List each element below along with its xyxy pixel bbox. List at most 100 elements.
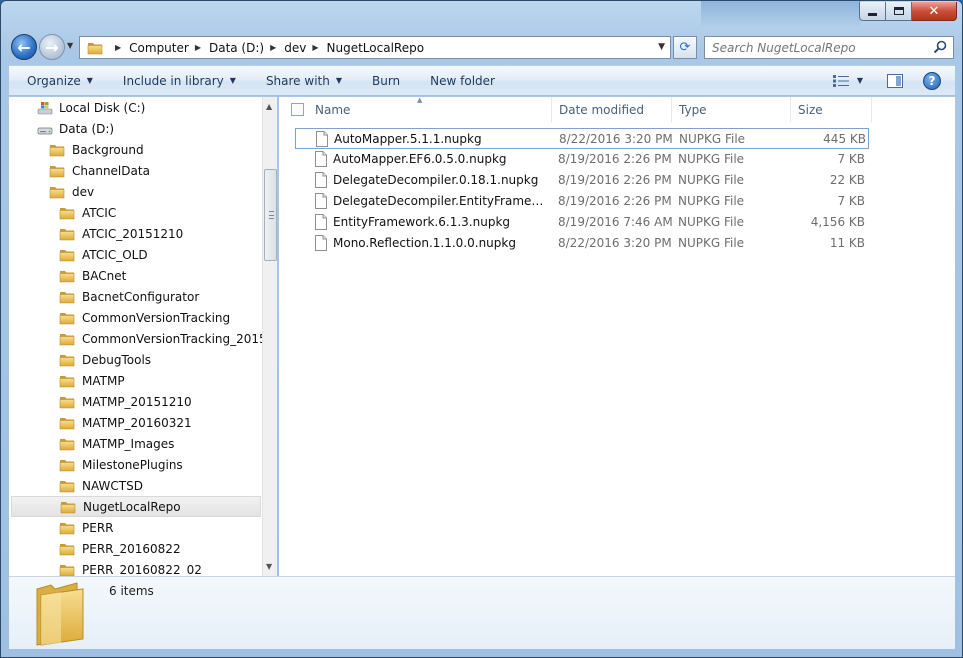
file-row[interactable]: Mono.Reflection.1.1.0.0.nupkg 8/22/2016 3… xyxy=(295,233,869,254)
grip-icon xyxy=(269,211,274,219)
tree-item-folder[interactable]: MATMP_Images xyxy=(59,433,277,454)
search-icon[interactable] xyxy=(933,40,947,54)
folder-icon xyxy=(59,416,75,430)
include-in-library-label: Include in library xyxy=(122,73,224,88)
change-view-icon[interactable] xyxy=(832,74,849,87)
maximize-button[interactable] xyxy=(886,2,912,21)
minimize-button[interactable] xyxy=(859,2,886,21)
search-input[interactable] xyxy=(712,40,927,55)
file-date-modified: 8/22/2016 3:20 PM xyxy=(558,236,672,250)
folder-icon xyxy=(49,164,65,178)
column-header-type[interactable]: Type xyxy=(673,97,791,122)
folder-icon xyxy=(59,479,75,493)
share-with-menu[interactable]: Share with ▼ xyxy=(266,74,342,88)
minimize-icon xyxy=(868,12,877,16)
refresh-button[interactable]: ⟳ xyxy=(673,36,697,59)
breadcrumb-separator-icon[interactable]: ▶ xyxy=(195,43,201,52)
tree-item-folder[interactable]: CommonVersionTracking_2015121 xyxy=(59,328,277,349)
file-row[interactable]: EntityFramework.6.1.3.nupkg 8/19/2016 7:4… xyxy=(295,212,869,233)
column-header-size[interactable]: Size xyxy=(792,97,872,122)
file-name: Mono.Reflection.1.1.0.0.nupkg xyxy=(333,236,516,250)
tree-item-label: ATCIC xyxy=(82,205,117,220)
item-count: 6 items xyxy=(109,584,154,598)
tree-item-folder[interactable]: DebugTools xyxy=(59,349,277,370)
tree-item-folder[interactable]: PERR_20160822 xyxy=(59,538,277,559)
column-header-label: Type xyxy=(679,102,707,117)
organize-menu[interactable]: Organize ▼ xyxy=(27,74,93,88)
file-icon xyxy=(315,193,327,209)
file-name: AutoMapper.EF6.0.5.0.nupkg xyxy=(333,152,507,166)
close-button[interactable]: ✕ xyxy=(912,2,957,21)
tree-item-data-d[interactable]: Data (D:) xyxy=(37,118,277,139)
navigation-pane-scrollbar[interactable]: ▲ ▼ xyxy=(262,97,277,576)
help-icon[interactable]: ? xyxy=(923,71,941,90)
tree-item-folder[interactable]: BACnet xyxy=(59,265,277,286)
tree-item-label: MATMP_20151210 xyxy=(82,394,192,409)
breadcrumb-separator-icon[interactable]: ▶ xyxy=(115,43,121,52)
address-bar[interactable]: ▶ Computer ▶ Data (D:) ▶ dev ▶ NugetLoca… xyxy=(79,36,671,59)
folder-icon xyxy=(59,248,75,262)
breadcrumb-computer[interactable]: Computer xyxy=(129,41,189,55)
breadcrumb-separator-icon[interactable]: ▶ xyxy=(312,43,318,52)
tree-item-folder[interactable]: MilestonePlugins xyxy=(59,454,277,475)
address-history-dropdown-icon[interactable]: ▼ xyxy=(658,42,665,52)
file-row[interactable]: AutoMapper.EF6.0.5.0.nupkg 8/19/2016 2:26… xyxy=(295,149,869,170)
breadcrumb-dev[interactable]: dev xyxy=(284,41,306,55)
burn-button[interactable]: Burn xyxy=(372,74,400,88)
tree-item-label: CommonVersionTracking xyxy=(82,310,231,325)
tree-item-label: PERR xyxy=(82,520,114,535)
scrollbar-thumb[interactable] xyxy=(264,169,277,261)
file-type: NUPKG File xyxy=(678,215,745,229)
tree-item-local-disk-c[interactable]: Local Disk (C:) xyxy=(37,97,277,118)
file-size: 445 KB xyxy=(823,132,866,146)
title-bar-glass xyxy=(701,1,861,29)
explorer-window: ✕ ← → ▼ ▶ Computer ▶ Data (D:) ▶ dev ▶ N… xyxy=(0,0,963,658)
file-row[interactable]: DelegateDecompiler.EntityFramework.... 8/… xyxy=(295,191,869,212)
new-folder-label: New folder xyxy=(430,73,495,88)
breadcrumb-separator-icon[interactable]: ▶ xyxy=(270,43,276,52)
tree-item-label: NugetLocalRepo xyxy=(83,499,181,514)
breadcrumb-nugetlocalrepo[interactable]: NugetLocalRepo xyxy=(327,41,425,55)
search-box[interactable] xyxy=(704,36,954,59)
folder-icon xyxy=(59,542,75,556)
file-row[interactable]: AutoMapper.5.1.1.nupkg 8/22/2016 3:20 PM N… xyxy=(295,128,869,149)
file-type: NUPKG File xyxy=(679,132,746,146)
tree-item-folder[interactable]: MATMP_20160321 xyxy=(59,412,277,433)
caption-buttons: ✕ xyxy=(859,2,957,21)
view-options-dropdown-icon[interactable]: ▼ xyxy=(857,76,863,85)
column-header-date-modified[interactable]: Date modified xyxy=(553,97,672,122)
tree-item-folder[interactable]: ATCIC_OLD xyxy=(59,244,277,265)
tree-item-folder[interactable]: MATMP xyxy=(59,370,277,391)
scroll-up-icon[interactable]: ▲ xyxy=(266,102,272,111)
include-in-library-menu[interactable]: Include in library ▼ xyxy=(123,74,236,88)
file-row[interactable]: DelegateDecompiler.0.18.1.nupkg 8/19/2016… xyxy=(295,170,869,191)
tree-item-folder[interactable]: CommonVersionTracking xyxy=(59,307,277,328)
tree-item-label: Data (D:) xyxy=(59,121,115,136)
file-icon xyxy=(315,172,327,188)
folder-icon xyxy=(59,227,75,241)
folder-icon xyxy=(59,458,75,472)
tree-item-dev[interactable]: dev xyxy=(49,181,277,202)
tree-item-folder[interactable]: ATCIC xyxy=(59,202,277,223)
file-name: DelegateDecompiler.EntityFramework.... xyxy=(333,194,545,208)
breadcrumb-data-drive[interactable]: Data (D:) xyxy=(209,41,264,55)
column-header-name[interactable]: Name xyxy=(309,97,552,122)
new-folder-button[interactable]: New folder xyxy=(430,74,495,88)
preview-pane-icon[interactable] xyxy=(887,73,903,88)
tree-item-folder[interactable]: BacnetConfigurator xyxy=(59,286,277,307)
tree-item-background[interactable]: Background xyxy=(49,139,277,160)
tree-item-folder[interactable]: PERR_20160822_02 xyxy=(59,559,277,576)
maximize-icon xyxy=(893,7,904,15)
tree-item-folder[interactable]: NAWCTSD xyxy=(59,475,277,496)
tree-item-folder[interactable]: MATMP_20151210 xyxy=(59,391,277,412)
select-all-checkbox[interactable] xyxy=(291,103,304,116)
tree-item-channeldata[interactable]: ChannelData xyxy=(49,160,277,181)
recent-pages-dropdown-icon[interactable]: ▼ xyxy=(67,41,73,50)
back-button[interactable]: ← xyxy=(11,34,37,60)
tree-item-folder[interactable]: ATCIC_20151210 xyxy=(59,223,277,244)
scroll-down-icon[interactable]: ▼ xyxy=(266,562,272,571)
forward-button[interactable]: → xyxy=(39,34,65,60)
tree-item-folder[interactable]: PERR xyxy=(59,517,277,538)
file-size: 11 KB xyxy=(829,236,865,250)
tree-item-folder[interactable]: NugetLocalRepo xyxy=(11,496,261,517)
